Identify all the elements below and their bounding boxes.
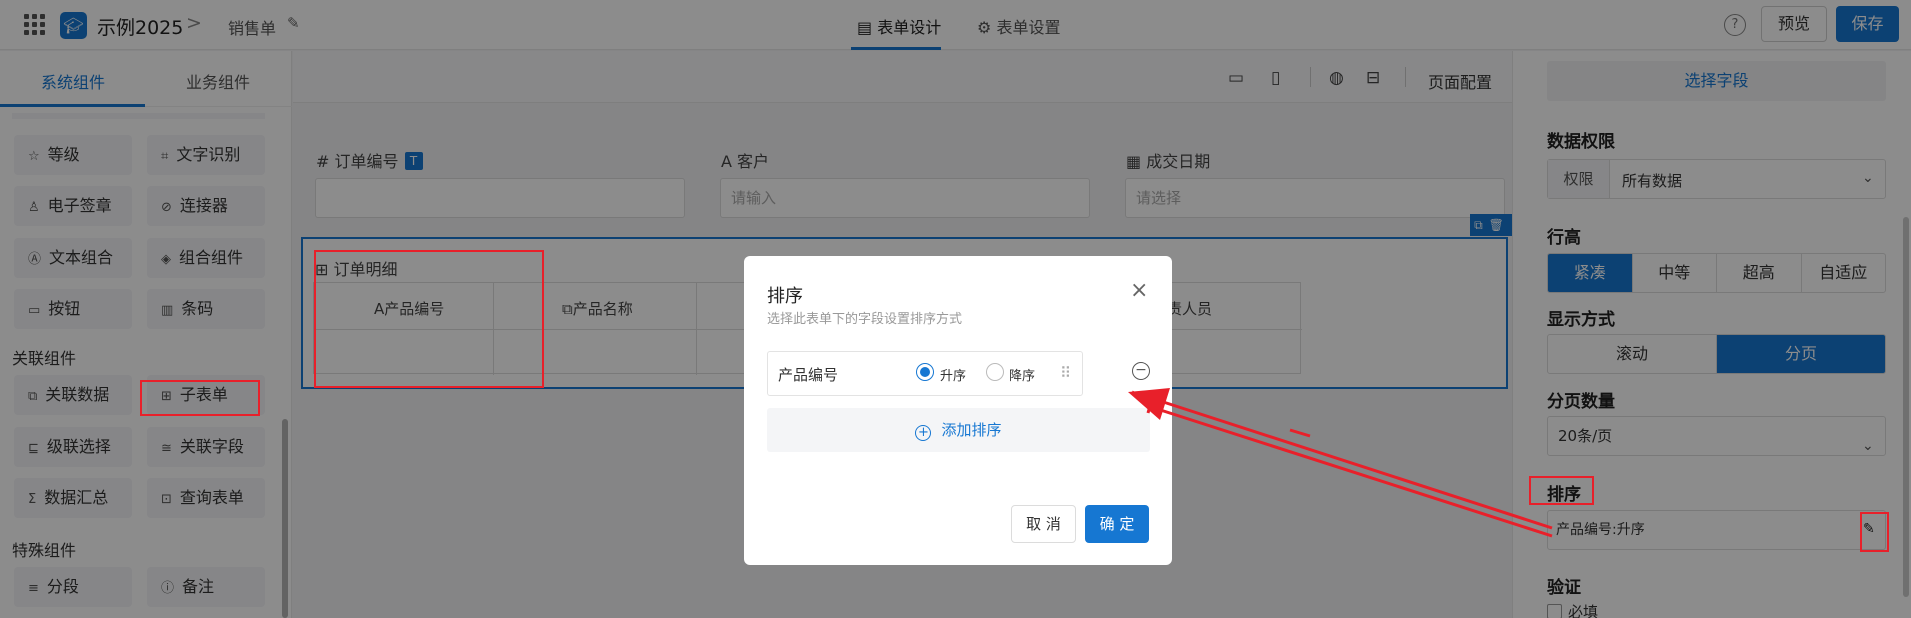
drag-handle-icon[interactable]: ⠿ bbox=[1060, 364, 1071, 382]
confirm-button[interactable]: 确 定 bbox=[1085, 505, 1149, 543]
ascending-label: 升序 bbox=[940, 369, 967, 384]
radio-descending[interactable] bbox=[986, 363, 1004, 381]
sort-field-name: 产品编号 bbox=[778, 366, 839, 384]
cancel-button[interactable]: 取 消 bbox=[1011, 505, 1076, 543]
dialog-title: 排序 bbox=[767, 286, 803, 307]
sort-dialog: 排序 选择此表单下的字段设置排序方式 × 产品编号 升序 降序 ⠿ − + 添加排… bbox=[744, 256, 1172, 565]
dialog-subtitle: 选择此表单下的字段设置排序方式 bbox=[767, 312, 963, 327]
plus-circle-icon: + bbox=[915, 425, 932, 441]
annotation-box-sort-edit bbox=[1860, 512, 1889, 552]
annotation-box-subform bbox=[314, 250, 544, 388]
descending-label: 降序 bbox=[1009, 369, 1036, 384]
annotation-box-subform-component bbox=[140, 380, 260, 416]
close-icon[interactable]: × bbox=[1130, 278, 1148, 303]
radio-ascending[interactable] bbox=[916, 363, 934, 381]
annotation-box-sort-title bbox=[1529, 476, 1594, 505]
sort-rule-row: 产品编号 升序 降序 ⠿ bbox=[767, 351, 1083, 396]
add-sort-button[interactable]: + 添加排序 bbox=[767, 408, 1150, 452]
remove-sort-icon[interactable]: − bbox=[1132, 362, 1150, 380]
